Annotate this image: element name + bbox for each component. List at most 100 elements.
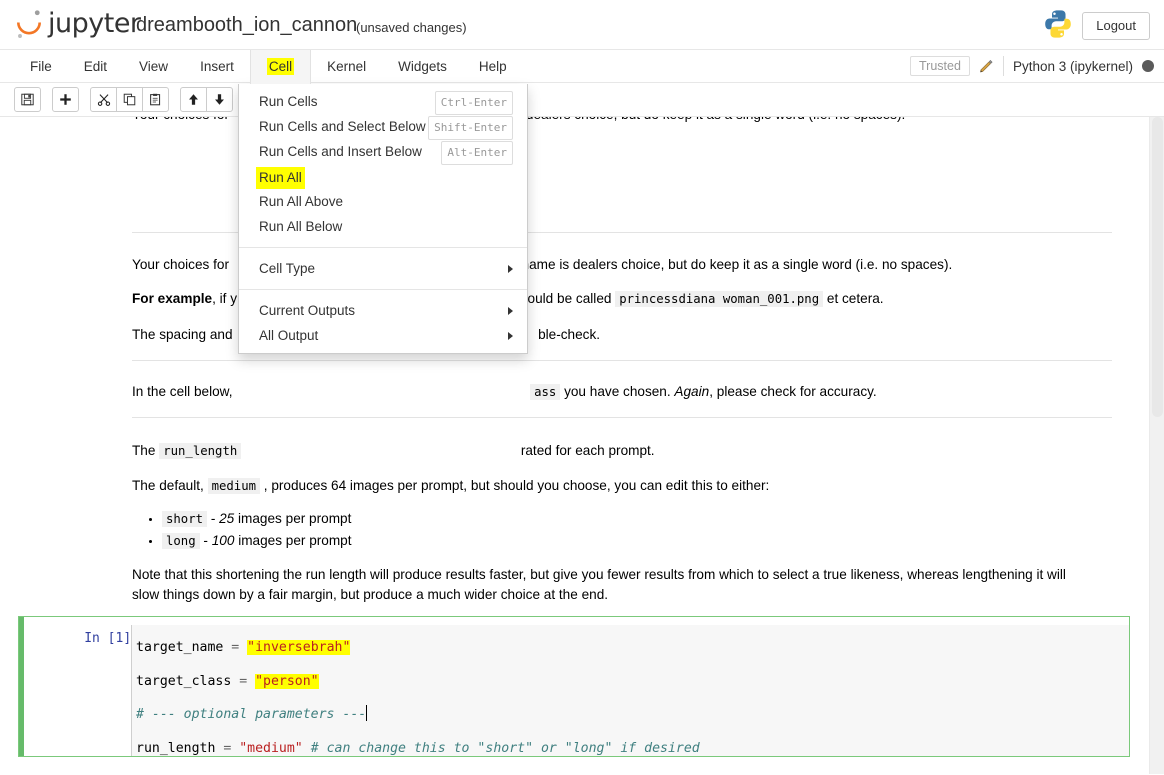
code-line-1: target_class = "person" (136, 665, 1129, 699)
bullet-1-dash: - (203, 533, 208, 548)
scrollbar-thumb[interactable] (1152, 117, 1163, 417)
menu-insert[interactable]: Insert (184, 50, 250, 83)
logout-button[interactable]: Logout (1082, 12, 1150, 40)
bullet-0-italic: 25 (219, 511, 235, 526)
bullet-0-code: short (162, 511, 208, 527)
code-token-highlighted: "person" (255, 673, 319, 689)
menu-item-current-outputs[interactable]: Current Outputs (239, 298, 527, 323)
para-example-code: princessdiana woman_001.png (615, 291, 824, 307)
menu-file[interactable]: File (14, 50, 68, 83)
copy-button[interactable] (116, 87, 143, 112)
list-item: long - 100 images per prompt (162, 530, 352, 552)
para-example-mid: , if y (212, 291, 238, 306)
insert-cell-below-button[interactable] (52, 87, 79, 112)
jupyter-logo[interactable]: jupyter (14, 8, 141, 40)
code-token: = (231, 640, 248, 655)
code-token: run_length (136, 740, 224, 756)
code-comment: # can change this to "short" or "long" i… (310, 740, 700, 756)
menu-cell-label: Cell (266, 58, 295, 75)
cell-selected-indicator (19, 617, 24, 756)
menu-item-label: Run Cells (259, 94, 318, 109)
para-default-tail: , produces 64 images per prompt, but sho… (263, 478, 770, 493)
markdown-paragraph-default: The default, medium , produces 64 images… (132, 476, 769, 496)
toolbar-group-insert (52, 87, 79, 112)
menu-file-label: File (30, 59, 52, 74)
text-cursor (366, 705, 368, 721)
menu-view-label: View (139, 59, 169, 74)
menu-insert-label: Insert (200, 59, 234, 74)
menu-item-label: Run All Above (259, 194, 344, 209)
toolbar-group-save (14, 87, 41, 112)
markdown-note-line-1: Note that this shortening the run length… (132, 567, 1066, 582)
menu-edit[interactable]: Edit (68, 50, 123, 83)
markdown-paragraph-runlength: The run_length rated for each prompt. (132, 441, 655, 461)
markdown-paragraph-incell: In the cell below, ass you have chosen. … (132, 382, 877, 402)
kernel-status-area: Trusted Python 3 (ipykernel) (910, 56, 1154, 76)
bullet-1-italic: 100 (211, 533, 235, 548)
para-choices-label: Your choices for (132, 257, 229, 272)
move-cell-down-button[interactable] (206, 87, 233, 112)
vertical-scrollbar[interactable] (1149, 117, 1164, 774)
menu-view[interactable]: View (123, 50, 184, 83)
scissors-icon (97, 94, 110, 106)
list-item: short - 25 images per prompt (162, 508, 352, 530)
menu-help-label: Help (478, 59, 507, 74)
code-token: = (239, 673, 256, 689)
paste-button[interactable] (142, 87, 169, 112)
code-line-0: target_name = "inversebrah" (136, 631, 1129, 665)
markdown-bullet-list: short - 25 images per prompt long - 100 … (132, 508, 352, 552)
bullet-1-rest: images per prompt (238, 533, 352, 548)
code-cell[interactable]: In [1]: target_name = "inversebrah" targ… (18, 616, 1130, 757)
menu-item-all-output[interactable]: All Output (239, 323, 527, 348)
para-choices-tail-label: name is dealers choice, but do keep it a… (521, 257, 953, 272)
para-default-code: medium (207, 478, 260, 494)
chevron-right-icon (508, 332, 513, 340)
move-cell-up-button[interactable] (180, 87, 207, 112)
menu-item-run-all[interactable]: Run All (239, 164, 527, 189)
notebook-body[interactable]: Your choices for name is dealers choice,… (0, 117, 1164, 774)
menu-item-label: All Output (259, 328, 319, 343)
menu-item-shortcut: Shift-Enter (428, 116, 513, 140)
arrow-up-icon (189, 94, 198, 105)
notebook-header: jupyter dreambooth_ion_cannon (unsaved c… (0, 0, 1164, 50)
para-spacing-head: The spacing and (132, 327, 233, 342)
para-incell-code: ass (530, 384, 561, 400)
menu-separator (239, 247, 527, 248)
notebook-title[interactable]: dreambooth_ion_cannon (136, 14, 357, 37)
cut-button[interactable] (90, 87, 117, 112)
menu-item-run-cells[interactable]: Run Cells Ctrl-Enter (239, 89, 527, 115)
menu-item-label: Run All (256, 167, 305, 189)
save-icon (21, 93, 34, 106)
cell-menu-dropdown[interactable]: Run Cells Ctrl-Enter Run Cells and Selec… (238, 84, 528, 354)
code-token: target_name (136, 640, 232, 655)
code-token: = (223, 740, 240, 756)
menu-cell[interactable]: Cell (249, 50, 312, 84)
menu-widgets[interactable]: Widgets (382, 50, 463, 83)
markdown-note-line-2: slow things down by a fair margin, but p… (132, 587, 609, 602)
para-example-tail2: et cetera. (826, 291, 884, 306)
trusted-badge[interactable]: Trusted (910, 56, 970, 76)
save-button[interactable] (14, 87, 41, 112)
menu-item-run-all-above[interactable]: Run All Above (239, 189, 527, 214)
toolbar-group-move (180, 87, 233, 112)
menu-kernel[interactable]: Kernel (311, 50, 382, 83)
code-line-3: run_length = "medium" # can change this … (136, 732, 1129, 766)
menu-edit-label: Edit (83, 59, 108, 74)
para-choices-tail: name is dealers choice, but do keep it a… (475, 117, 906, 122)
menu-item-label: Run All Below (259, 219, 343, 234)
kernel-name-label[interactable]: Python 3 (ipykernel) (1013, 59, 1133, 74)
code-editor[interactable]: target_name = "inversebrah" target_class… (131, 625, 1129, 756)
toolbar-group-clipboard (90, 87, 169, 112)
menu-item-shortcut: Alt-Enter (441, 141, 513, 165)
menu-help[interactable]: Help (463, 50, 523, 83)
menu-item-run-cells-insert-below[interactable]: Run Cells and Insert Below Alt-Enter (239, 139, 527, 165)
menu-item-run-all-below[interactable]: Run All Below (239, 214, 527, 239)
code-line-2: # --- optional parameters --- (136, 698, 1129, 732)
code-comment: # --- optional parameters --- (136, 707, 367, 722)
code-token: "medium" (239, 740, 311, 756)
para-runlength-tail: rated for each prompt. (520, 443, 655, 458)
menu-item-run-cells-select-below[interactable]: Run Cells and Select Below Shift-Enter (239, 114, 527, 140)
menu-item-cell-type[interactable]: Cell Type (239, 256, 527, 281)
divider-lower (132, 417, 1112, 418)
pencil-icon[interactable] (979, 58, 994, 74)
